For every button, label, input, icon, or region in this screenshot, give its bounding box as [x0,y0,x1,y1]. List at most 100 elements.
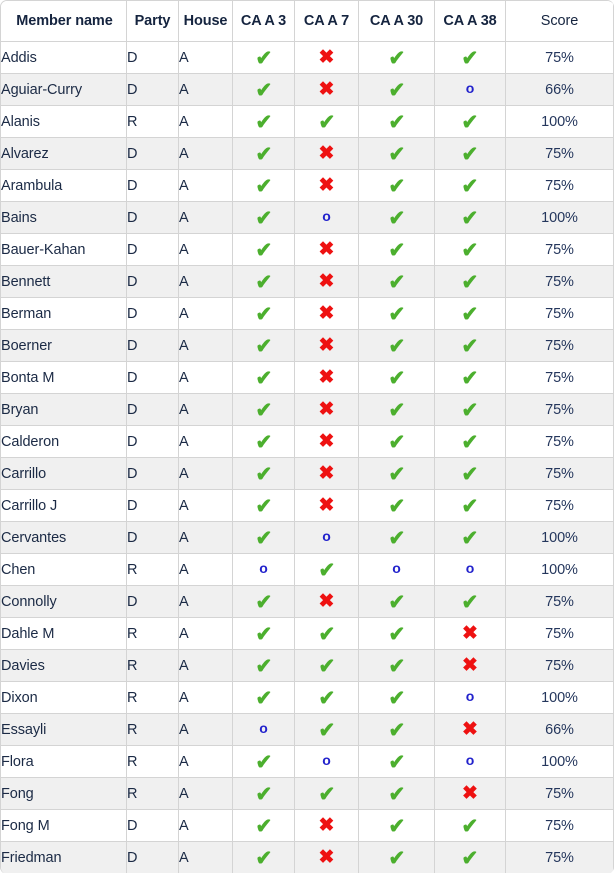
house-cell: A [179,138,233,170]
check-icon: ✔ [255,399,272,422]
check-icon: ✔ [461,47,479,70]
score-cell: 66% [506,714,614,746]
vote-cell-ca-a-7: ✖ [295,842,359,873]
vote-cell-ca-a-3: ✔ [233,330,295,362]
member-name-cell: Fong [1,778,127,810]
vote-cell-ca-a-30: ✔ [359,138,435,170]
column-header-ca-a-30[interactable]: CA A 30 [359,1,435,42]
table-row[interactable]: Connolly D A ✔ ✖ ✔ ✔ 75% [1,586,614,618]
table-row[interactable]: Davies R A ✔ ✔ ✔ ✖ 75% [1,650,614,682]
table-row[interactable]: Calderon D A ✔ ✖ ✔ ✔ 75% [1,426,614,458]
table-row[interactable]: Fong M D A ✔ ✖ ✔ ✔ 75% [1,810,614,842]
table-row[interactable]: Cervantes D A ✔ o ✔ ✔ 100% [1,522,614,554]
column-header-ca-a-7[interactable]: CA A 7 [295,1,359,42]
table-row[interactable]: Berman D A ✔ ✖ ✔ ✔ 75% [1,298,614,330]
check-icon: ✔ [461,399,479,422]
cross-icon: ✖ [318,175,335,196]
cross-icon: ✖ [318,239,335,260]
check-icon: ✔ [388,399,405,422]
vote-cell-ca-a-30: ✔ [359,330,435,362]
table-row[interactable]: Flora R A ✔ o ✔ o 100% [1,746,614,778]
table-row[interactable]: Friedman D A ✔ ✖ ✔ ✔ 75% [1,842,614,873]
check-icon: ✔ [388,751,405,774]
circle-icon: o [465,751,475,768]
table-row[interactable]: Bauer-Kahan D A ✔ ✖ ✔ ✔ 75% [1,234,614,266]
table-row[interactable]: Bonta M D A ✔ ✖ ✔ ✔ 75% [1,362,614,394]
cross-icon: ✖ [462,783,478,804]
vote-cell-ca-a-38: ✔ [435,202,506,234]
vote-cell-ca-a-7: o [295,746,359,778]
house-cell: A [179,298,233,330]
check-icon: ✔ [388,239,405,262]
house-cell: A [179,394,233,426]
vote-cell-ca-a-38: ✔ [435,490,506,522]
vote-cell-ca-a-3: ✔ [233,618,295,650]
column-header-member-name[interactable]: Member name [1,1,127,42]
score-cell: 100% [506,522,614,554]
table-row[interactable]: Addis D A ✔ ✖ ✔ ✔ 75% [1,42,614,74]
column-header-score[interactable]: Score [506,1,614,42]
member-name-cell: Friedman [1,842,127,873]
table-row[interactable]: Dixon R A ✔ ✔ ✔ o 100% [1,682,614,714]
table-row[interactable]: Bains D A ✔ o ✔ ✔ 100% [1,202,614,234]
check-icon: ✔ [461,335,479,358]
vote-cell-ca-a-3: ✔ [233,362,295,394]
table-row[interactable]: Carrillo J D A ✔ ✖ ✔ ✔ 75% [1,490,614,522]
score-cell: 75% [506,458,614,490]
table-row[interactable]: Alvarez D A ✔ ✖ ✔ ✔ 75% [1,138,614,170]
check-icon: ✔ [255,335,272,358]
check-icon: ✔ [388,111,405,134]
column-header-party[interactable]: Party [127,1,179,42]
vote-cell-ca-a-3: ✔ [233,74,295,106]
table-row[interactable]: Aguiar-Curry D A ✔ ✖ ✔ o 66% [1,74,614,106]
vote-cell-ca-a-30: ✔ [359,74,435,106]
vote-cell-ca-a-3: ✔ [233,394,295,426]
house-cell: A [179,714,233,746]
vote-cell-ca-a-38: ✔ [435,266,506,298]
table-row[interactable]: Arambula D A ✔ ✖ ✔ ✔ 75% [1,170,614,202]
member-name-cell: Carrillo [1,458,127,490]
score-cell: 100% [506,202,614,234]
vote-cell-ca-a-3: ✔ [233,170,295,202]
vote-cell-ca-a-38: ✔ [435,234,506,266]
vote-cell-ca-a-38: ✖ [435,618,506,650]
member-name-cell: Alvarez [1,138,127,170]
cross-icon: ✖ [318,367,335,388]
check-icon: ✔ [255,783,272,806]
cross-icon: ✖ [462,623,478,644]
table-row[interactable]: Bennett D A ✔ ✖ ✔ ✔ 75% [1,266,614,298]
column-header-ca-a-38[interactable]: CA A 38 [435,1,506,42]
cross-icon: ✖ [318,847,335,868]
check-icon: ✔ [461,367,479,390]
score-cell: 75% [506,42,614,74]
member-name-cell: Essayli [1,714,127,746]
circle-icon: o [392,559,401,576]
score-cell: 75% [506,778,614,810]
vote-cell-ca-a-30: ✔ [359,458,435,490]
cross-icon: ✖ [462,719,478,740]
vote-cell-ca-a-3: ✔ [233,458,295,490]
column-header-house[interactable]: House [179,1,233,42]
member-name-cell: Carrillo J [1,490,127,522]
table-row[interactable]: Bryan D A ✔ ✖ ✔ ✔ 75% [1,394,614,426]
table-row[interactable]: Chen R Ao ✔ o o 100% [1,554,614,586]
check-icon: ✔ [388,687,405,710]
house-cell: A [179,458,233,490]
cross-icon: ✖ [318,79,335,100]
table-row[interactable]: Dahle M R A ✔ ✔ ✔ ✖ 75% [1,618,614,650]
party-cell: R [127,778,179,810]
score-cell: 100% [506,746,614,778]
check-icon: ✔ [318,559,335,582]
party-cell: D [127,458,179,490]
vote-cell-ca-a-30: ✔ [359,362,435,394]
table-row[interactable]: Fong R A ✔ ✔ ✔ ✖ 75% [1,778,614,810]
table-row[interactable]: Essayli R Ao ✔ ✔ ✖ 66% [1,714,614,746]
score-cell: 75% [506,362,614,394]
table-row[interactable]: Alanis R A ✔ ✔ ✔ ✔ 100% [1,106,614,138]
column-header-ca-a-3[interactable]: CA A 3 [233,1,295,42]
table-row[interactable]: Boerner D A ✔ ✖ ✔ ✔ 75% [1,330,614,362]
vote-cell-ca-a-7: ✔ [295,106,359,138]
table-row[interactable]: Carrillo D A ✔ ✖ ✔ ✔ 75% [1,458,614,490]
check-icon: ✔ [461,527,479,550]
check-icon: ✔ [388,303,405,326]
